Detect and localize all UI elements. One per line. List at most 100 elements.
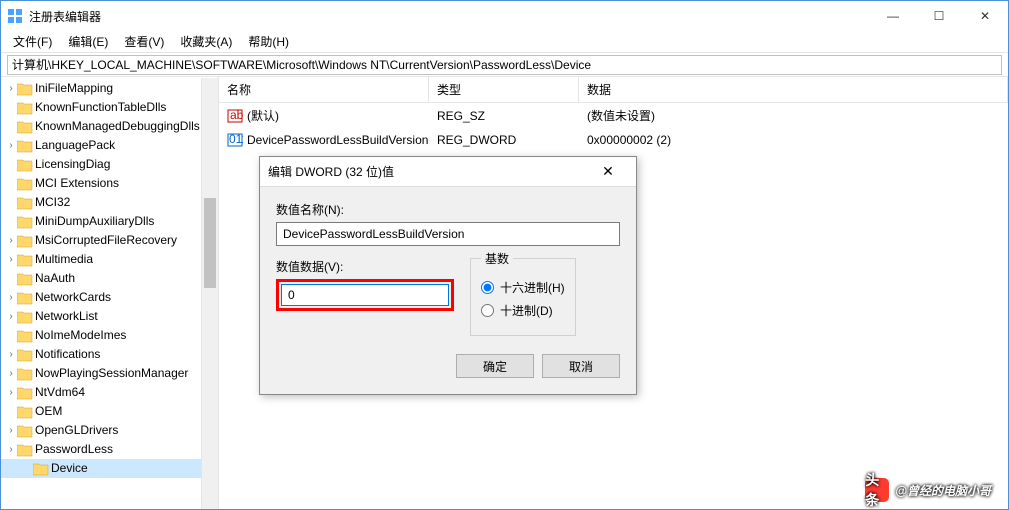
value-type: REG_DWORD <box>429 131 579 149</box>
tree-item-multimedia[interactable]: › Multimedia <box>1 250 218 269</box>
expand-icon[interactable]: › <box>5 346 17 363</box>
tree-item-opengldrivers[interactable]: › OpenGLDrivers <box>1 421 218 440</box>
folder-icon <box>17 158 33 172</box>
tree-scrollbar[interactable] <box>201 78 218 509</box>
folder-icon <box>17 443 33 457</box>
binary-icon: 011 <box>227 132 243 148</box>
list-body: ab(默认)REG_SZ(数值未设置) 011 DevicePasswordLess… <box>219 103 1008 152</box>
tree-item-label: Multimedia <box>35 251 93 268</box>
expand-icon[interactable]: › <box>5 80 17 97</box>
watermark-text: @曾经的电脑小哥 <box>895 482 991 499</box>
window-title: 注册表编辑器 <box>29 8 870 25</box>
expand-icon[interactable]: › <box>5 365 17 382</box>
tree-item-passwordless[interactable]: › PasswordLess <box>1 440 218 459</box>
col-data[interactable]: 数据 <box>579 77 1008 102</box>
tree-item-mci32[interactable]: MCI32 <box>1 193 218 212</box>
menu-edit[interactable]: 编辑(E) <box>60 31 116 52</box>
folder-icon <box>17 386 33 400</box>
expand-icon[interactable]: › <box>5 422 17 439</box>
expand-icon[interactable]: › <box>5 251 17 268</box>
cancel-button[interactable]: 取消 <box>542 354 620 378</box>
folder-icon <box>17 196 33 210</box>
maximize-button[interactable]: ☐ <box>916 1 962 31</box>
value-data-input[interactable] <box>281 284 449 306</box>
tree-item-ntvdm64[interactable]: ›NtVdm64 <box>1 383 218 402</box>
tree-item-naauth[interactable]: NaAuth <box>1 269 218 288</box>
folder-icon <box>17 405 33 419</box>
folder-icon <box>17 101 33 115</box>
key-tree[interactable]: ›IniFileMappingKnownFunctionTableDllsKno… <box>1 77 219 509</box>
tree-item-inifilemapping[interactable]: ›IniFileMapping <box>1 79 218 98</box>
folder-icon <box>17 291 33 305</box>
radio-dec-input[interactable] <box>481 304 494 317</box>
tree-item-networklist[interactable]: ›NetworkList <box>1 307 218 326</box>
menu-favorites[interactable]: 收藏夹(A) <box>172 31 240 52</box>
radio-hex-label: 十六进制(H) <box>500 279 565 296</box>
tree-item-device[interactable]: Device <box>1 459 218 478</box>
tree-item-label: OpenGLDrivers <box>35 422 118 439</box>
ok-button[interactable]: 确定 <box>456 354 534 378</box>
tree-item-label: MCI Extensions <box>35 175 119 192</box>
tree-item-notifications[interactable]: ›Notifications <box>1 345 218 364</box>
dialog-close-button[interactable]: ✕ <box>588 163 628 180</box>
menu-help[interactable]: 帮助(H) <box>240 31 297 52</box>
address-bar <box>1 53 1008 77</box>
tree-item-nowplayingsessionmanager[interactable]: › NowPlayingSessionManager <box>1 364 218 383</box>
expand-icon[interactable]: › <box>5 232 17 249</box>
tree-item-languagepack[interactable]: ›LanguagePack <box>1 136 218 155</box>
tree-item-label: NoImeModeImes <box>35 327 126 344</box>
expand-icon[interactable]: › <box>5 137 17 154</box>
titlebar[interactable]: 注册表编辑器 — ☐ ✕ <box>1 1 1008 31</box>
base-group: 基数 十六进制(H) 十进制(D) <box>470 250 576 336</box>
tree-item-knownfunctiontabledlls[interactable]: KnownFunctionTableDlls <box>1 98 218 117</box>
base-legend: 基数 <box>481 250 513 267</box>
menu-file[interactable]: 文件(F) <box>5 31 60 52</box>
scrollbar-thumb[interactable] <box>204 198 216 288</box>
col-type[interactable]: 类型 <box>429 77 579 102</box>
tree-item-minidumpauxiliarydlls[interactable]: MiniDumpAuxiliaryDlls <box>1 212 218 231</box>
tree-item-networkcards[interactable]: › NetworkCards <box>1 288 218 307</box>
value-name-field[interactable] <box>276 222 620 246</box>
tree-item-label: LicensingDiag <box>35 156 110 173</box>
tree-item-label: NowPlayingSessionManager <box>35 365 188 382</box>
svg-text:011: 011 <box>229 132 243 146</box>
radio-dec-label: 十进制(D) <box>500 302 553 319</box>
radio-hex-input[interactable] <box>481 281 494 294</box>
tree-item-mci-extensions[interactable]: MCI Extensions <box>1 174 218 193</box>
list-row[interactable]: 011 DevicePasswordLessBuildVersionREG_DWO… <box>219 128 1008 152</box>
value-name: DevicePasswordLessBuildVersion <box>247 133 428 147</box>
tree-item-label: PasswordLess <box>35 441 113 458</box>
tree-item-noimemodeimes[interactable]: NoImeModeImes <box>1 326 218 345</box>
string-icon: ab <box>227 108 243 124</box>
tree-item-label: NetworkCards <box>35 289 111 306</box>
folder-icon <box>17 310 33 324</box>
menu-view[interactable]: 查看(V) <box>116 31 172 52</box>
expand-icon[interactable]: › <box>5 308 17 325</box>
expand-icon[interactable]: › <box>5 384 17 401</box>
tree-item-oem[interactable]: OEM <box>1 402 218 421</box>
expand-icon[interactable]: › <box>5 441 17 458</box>
tree-item-licensingdiag[interactable]: LicensingDiag <box>1 155 218 174</box>
dialog-body: 数值名称(N): 数值数据(V): 基数 十六进制(H) 十进制(D) <box>260 187 636 394</box>
value-data: (数值未设置) <box>579 105 1008 126</box>
close-button[interactable]: ✕ <box>962 1 1008 31</box>
value-data: 0x00000002 (2) <box>579 131 1008 149</box>
folder-icon <box>17 424 33 438</box>
folder-icon <box>17 177 33 191</box>
col-name[interactable]: 名称 <box>219 77 429 102</box>
tree-item-msicorruptedfilerecovery[interactable]: ›MsiCorruptedFileRecovery <box>1 231 218 250</box>
minimize-button[interactable]: — <box>870 1 916 31</box>
tree-item-label: MCI32 <box>35 194 70 211</box>
radio-hex[interactable]: 十六进制(H) <box>481 279 565 296</box>
folder-icon <box>17 82 33 96</box>
folder-icon <box>17 348 33 362</box>
dialog-titlebar[interactable]: 编辑 DWORD (32 位)值 ✕ <box>260 157 636 187</box>
list-header: 名称 类型 数据 <box>219 77 1008 103</box>
watermark-icon: 头条 <box>865 478 889 502</box>
tree-item-knownmanageddebuggingdlls[interactable]: KnownManagedDebuggingDlls <box>1 117 218 136</box>
value-name-label: 数值名称(N): <box>276 201 620 218</box>
path-input[interactable] <box>7 55 1002 75</box>
list-row[interactable]: ab(默认)REG_SZ(数值未设置) <box>219 103 1008 128</box>
radio-dec[interactable]: 十进制(D) <box>481 302 565 319</box>
expand-icon[interactable]: › <box>5 289 17 306</box>
